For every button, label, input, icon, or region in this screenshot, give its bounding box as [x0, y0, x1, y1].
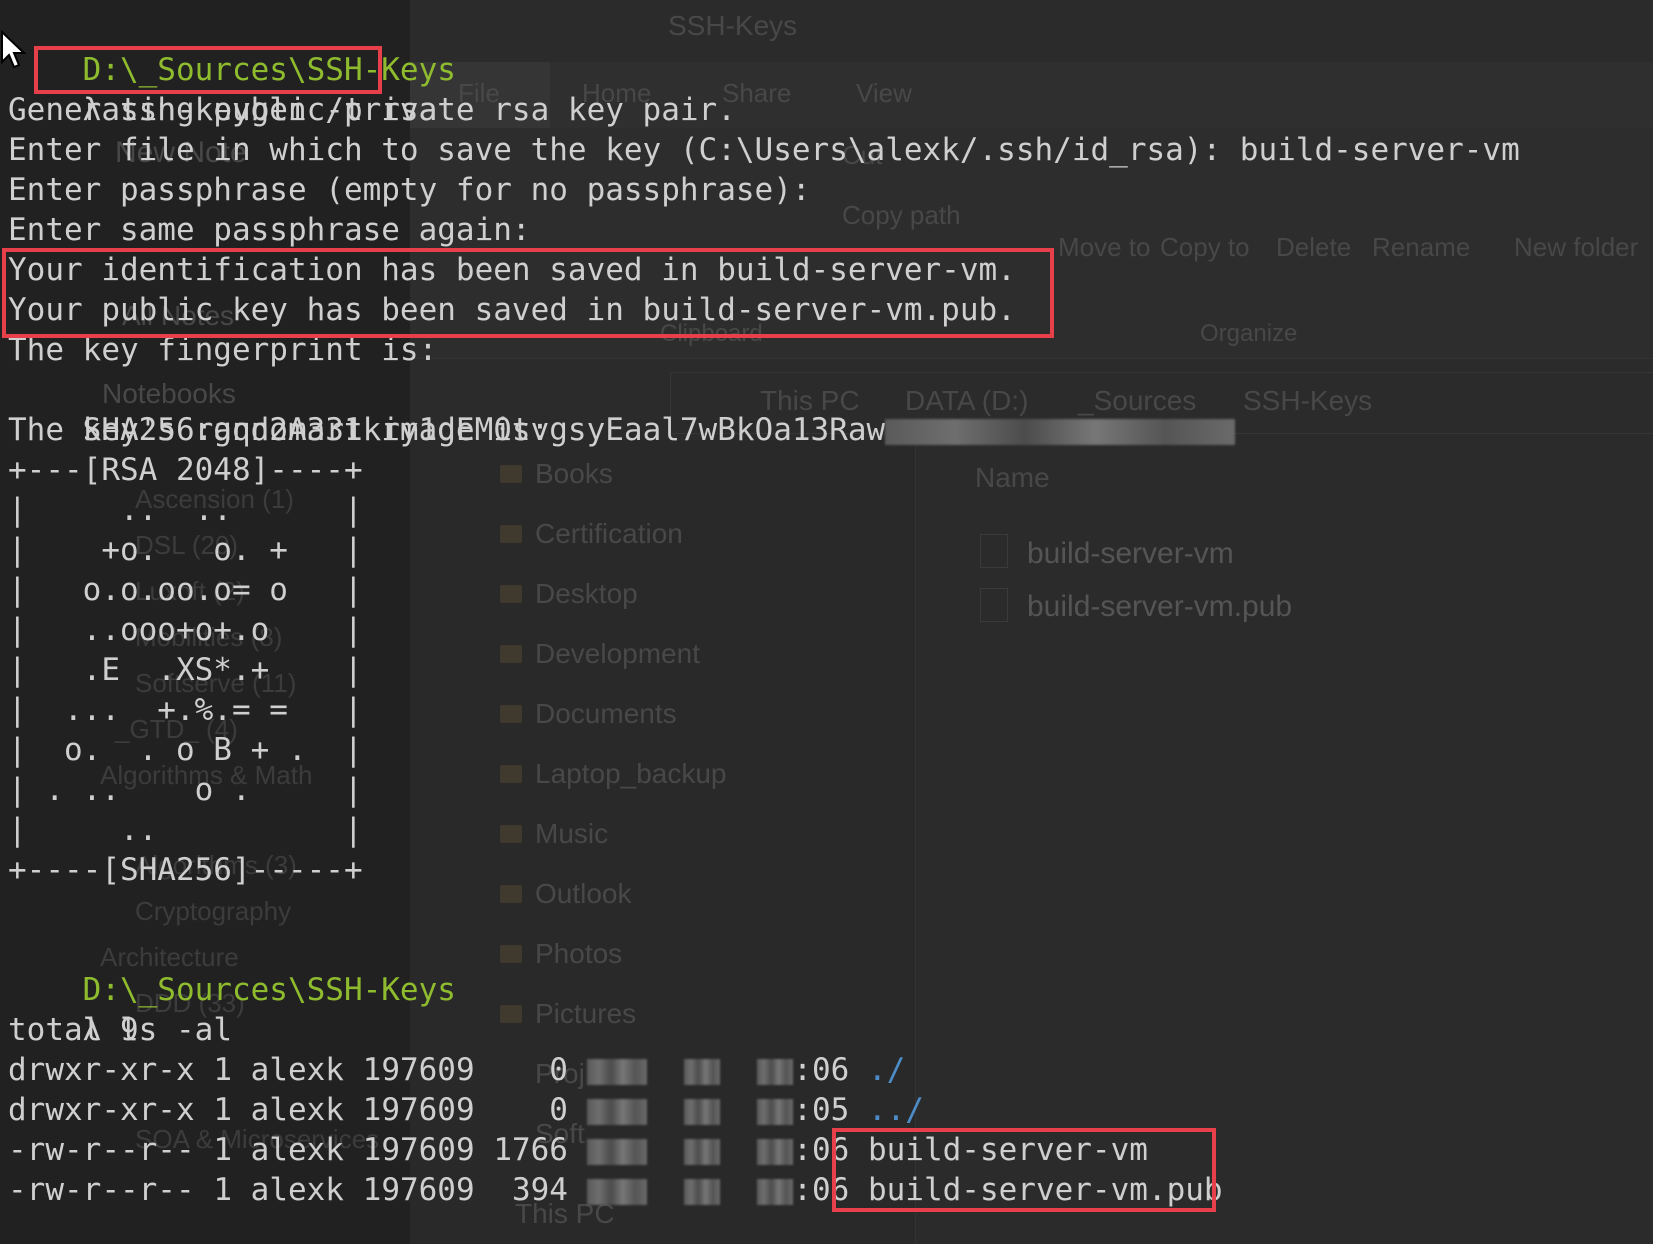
randomart-line: | ..ooo+o+.o | — [8, 612, 363, 648]
listing-links: 1 — [213, 1052, 232, 1088]
listing-size: 0 — [493, 1052, 568, 1088]
redacted-blur — [586, 1098, 647, 1125]
randomart-line: +---[RSA 2048]----+ — [8, 452, 363, 488]
listing-name: build-server-vm — [867, 1132, 1148, 1168]
listing-group: 197609 — [362, 1132, 475, 1168]
randomart-line: | .. | — [8, 812, 363, 848]
listing-time: :06 — [793, 1132, 850, 1168]
listing-row: -rw-r--r-- 1 alexk 197609 394 :06 build-… — [8, 1170, 1223, 1210]
redacted-blur — [757, 1178, 794, 1205]
listing-owner: alexk — [250, 1052, 344, 1088]
redacted-blur — [586, 1138, 647, 1165]
listing-links: 1 — [213, 1092, 232, 1128]
redacted-blur — [757, 1138, 794, 1165]
randomart-line: | . .. o . | — [8, 772, 363, 808]
redacted-blur — [885, 418, 1236, 445]
listing-time: :05 — [793, 1092, 850, 1128]
listing-name: ../ — [867, 1092, 924, 1128]
listing-links: 1 — [213, 1172, 232, 1208]
terminal-output[interactable]: D:\_Sources\SSH-Keys λ ssh-keygen -t rsa… — [0, 0, 1653, 1244]
output-line: The key's randomart image is: — [8, 412, 550, 448]
listing-owner: alexk — [250, 1092, 344, 1128]
listing-perms: -rw-r--r-- — [8, 1132, 195, 1168]
redacted-blur — [757, 1058, 794, 1085]
output-line: Generating public/private rsa key pair. — [8, 92, 736, 128]
listing-name: ./ — [867, 1052, 906, 1088]
randomart-line: | o. . o B + . | — [8, 732, 363, 768]
listing-time: :06 — [793, 1172, 850, 1208]
command-line: λ ls -al — [8, 970, 232, 1048]
output-line: Enter passphrase (empty for no passphras… — [8, 172, 811, 208]
listing-perms: drwxr-xr-x — [8, 1052, 195, 1088]
redacted-blur — [683, 1058, 720, 1085]
redacted-blur — [586, 1058, 647, 1085]
listing-row: drwxr-xr-x 1 alexk 197609 0 :06 ./ — [8, 1050, 905, 1090]
output-line: Your public key has been saved in build-… — [8, 292, 1016, 328]
listing-size: 1766 — [493, 1132, 568, 1168]
randomart-line: +----[SHA256]-----+ — [8, 852, 363, 888]
listing-group: 197609 — [362, 1052, 475, 1088]
redacted-blur — [683, 1138, 720, 1165]
fingerprint-line: SHA256:gqn2A331kry1dEM0tvgsyEaal7wBkOa13… — [8, 370, 1236, 448]
listing-perms: -rw-r--r-- — [8, 1172, 195, 1208]
listing-size: 0 — [493, 1092, 568, 1128]
listing-links: 1 — [213, 1132, 232, 1168]
redacted-blur — [683, 1098, 720, 1125]
output-line: Enter same passphrase again: — [8, 212, 531, 248]
listing-owner: alexk — [250, 1172, 344, 1208]
listing-time: :06 — [793, 1052, 850, 1088]
randomart-line: | .. .. | — [8, 492, 363, 528]
listing-row: -rw-r--r-- 1 alexk 197609 1766 :06 build… — [8, 1130, 1148, 1170]
mouse-cursor-icon — [0, 30, 27, 69]
redacted-blur — [757, 1098, 794, 1125]
randomart-line: | +o. o. + | — [8, 532, 363, 568]
listing-group: 197609 — [362, 1092, 475, 1128]
randomart-line: | .E .XS*.+ | — [8, 652, 363, 688]
listing-name: build-server-vm.pub — [867, 1172, 1223, 1208]
listing-size: 394 — [493, 1172, 568, 1208]
output-line: The key fingerprint is: — [8, 332, 438, 368]
output-line: total 9 — [8, 1012, 139, 1048]
listing-perms: drwxr-xr-x — [8, 1092, 195, 1128]
randomart-line: | ... +.%.= = | — [8, 692, 363, 728]
output-line: Enter file in which to save the key (C:\… — [8, 132, 1520, 168]
prompt-line: D:\_Sources\SSH-Keys — [8, 930, 456, 1008]
redacted-blur — [586, 1178, 647, 1205]
randomart-line: | o.o.oo.o= o | — [8, 572, 363, 608]
listing-owner: alexk — [250, 1132, 344, 1168]
output-line: Your identification has been saved in bu… — [8, 252, 1016, 288]
command-line: λ ssh-keygen -t rsa — [8, 50, 438, 128]
listing-row: drwxr-xr-x 1 alexk 197609 0 :05 ../ — [8, 1090, 924, 1130]
prompt-line: D:\_Sources\SSH-Keys — [8, 10, 456, 88]
listing-group: 197609 — [362, 1172, 475, 1208]
redacted-blur — [683, 1178, 720, 1205]
